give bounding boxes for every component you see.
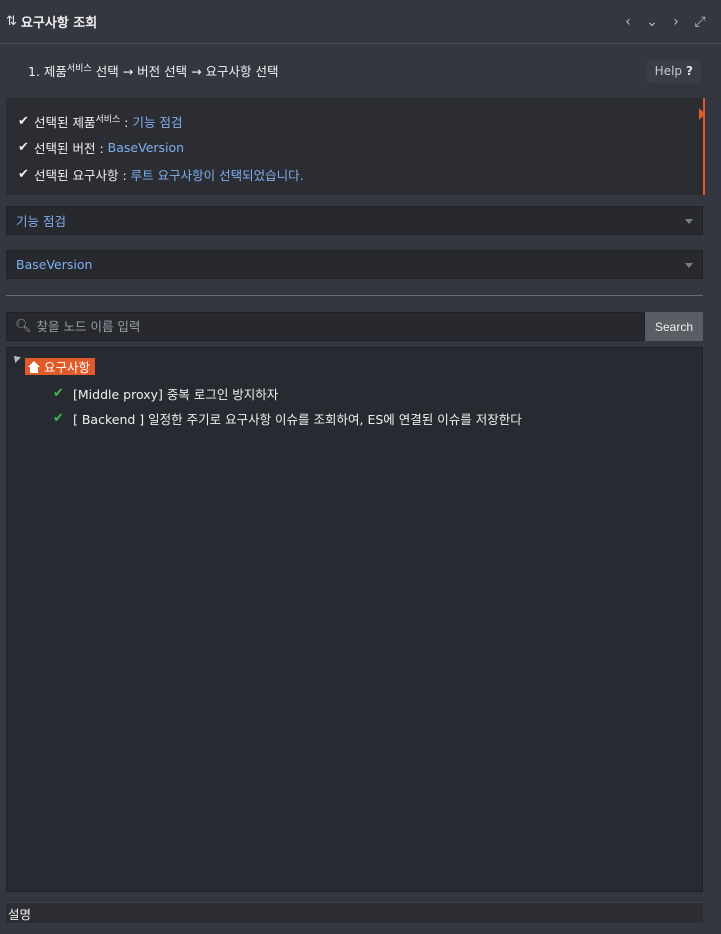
tree-root-text: 요구사항	[44, 360, 91, 375]
check-icon: ✔	[18, 166, 29, 182]
tree-root-label[interactable]: 요구사항	[25, 358, 96, 375]
selected-requirement-label: 선택된 요구사항 :	[34, 167, 127, 183]
expand-icon[interactable]: ⤢	[693, 12, 707, 32]
step-text: 1. 제품서비스 선택 → 버전 선택 → 요구사항 선택	[28, 64, 279, 80]
selected-version-label: 선택된 버전 :	[34, 141, 104, 157]
search-input[interactable]	[36, 319, 597, 334]
sort-list-icon: ⇅	[6, 14, 17, 29]
search-icon: 🔍︎	[15, 319, 32, 334]
selected-version-row: ✔ 선택된 버전 : BaseVersion	[18, 135, 691, 162]
tree-expander-icon[interactable]	[11, 353, 21, 363]
question-icon: ?	[686, 64, 693, 78]
caret-down-icon	[685, 263, 693, 268]
chevron-left-icon[interactable]: ‹	[621, 12, 635, 32]
check-icon: ✔	[18, 113, 29, 129]
selected-version-value: BaseVersion	[107, 140, 185, 156]
selection-summary: ✔ 선택된 제품서비스 : 기능 점검 ✔ 선택된 버전 : BaseVersi…	[6, 98, 705, 195]
product-select-value: 기능 점검	[16, 214, 66, 229]
divider	[6, 295, 703, 296]
tree-node[interactable]: ✔ [Middle proxy] 중복 로그인 방지하자	[53, 384, 278, 403]
check-icon: ✔	[53, 386, 64, 401]
description-label: 설명	[8, 906, 32, 922]
selected-product-row: ✔ 선택된 제품서비스 : 기능 점검	[18, 108, 691, 135]
panel-title: 요구사항 조회	[20, 16, 98, 31]
home-icon	[28, 360, 40, 373]
check-icon: ✔	[18, 140, 29, 156]
selection-marker	[699, 108, 705, 120]
panel-header: ⇅ 요구사항 조회 ‹ ⌄ › ⤢	[0, 0, 721, 44]
search-field: 🔍︎	[6, 312, 645, 341]
description-section: 설명	[6, 902, 703, 923]
requirement-tree: 요구사항 ✔ [Middle proxy] 중복 로그인 방지하자 ✔ [ Ba…	[6, 347, 703, 892]
version-select-value: BaseVersion	[16, 257, 93, 272]
selected-product-value: 기능 점검	[132, 114, 183, 130]
search-button[interactable]: Search	[645, 312, 703, 341]
product-select[interactable]: 기능 점검	[6, 206, 703, 235]
help-label: Help	[654, 64, 683, 78]
selected-requirement-value: 루트 요구사항이 선택되었습니다.	[130, 167, 304, 183]
chevron-down-icon[interactable]: ⌄	[645, 12, 659, 32]
version-select[interactable]: BaseVersion	[6, 250, 703, 279]
help-button[interactable]: Help ?	[646, 59, 701, 83]
panel-controls: ‹ ⌄ › ⤢	[621, 12, 707, 32]
selected-requirement-row: ✔ 선택된 요구사항 : 루트 요구사항이 선택되었습니다.	[18, 161, 691, 188]
chevron-right-icon[interactable]: ›	[669, 12, 683, 32]
check-icon: ✔	[53, 411, 64, 426]
step-guide: 1. 제품서비스 선택 → 버전 선택 → 요구사항 선택 Help ?	[6, 52, 703, 90]
tree-node-label: [Middle proxy] 중복 로그인 방지하자	[73, 387, 279, 402]
tree-root-node[interactable]: 요구사항	[25, 358, 96, 375]
selected-product-label: 선택된 제품서비스 :	[34, 114, 129, 130]
tree-node[interactable]: ✔ [ Backend ] 일정한 주기로 요구사항 이슈를 조회하여, ES에…	[53, 409, 522, 428]
caret-down-icon	[685, 219, 693, 224]
tree-node-label: [ Backend ] 일정한 주기로 요구사항 이슈를 조회하여, ES에 연…	[73, 412, 522, 427]
search-row: 🔍︎ Search	[6, 312, 703, 341]
